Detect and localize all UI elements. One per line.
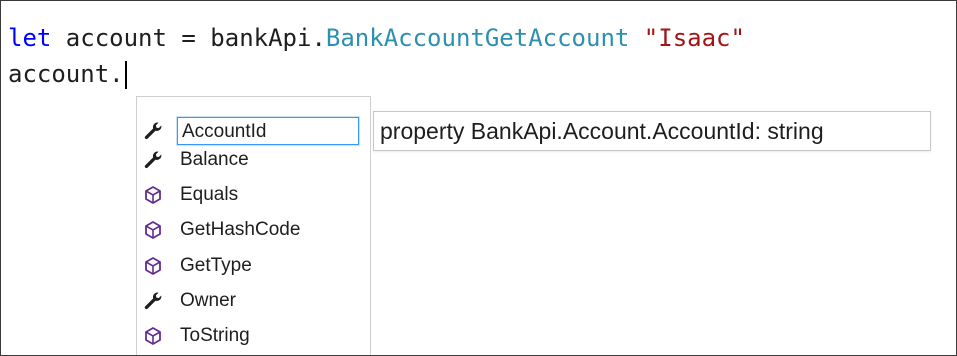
code-line-2[interactable]: account. [8,59,127,89]
text-caret [124,61,127,89]
completion-label: Equals [180,184,239,205]
completion-item-tostring[interactable]: ToString [137,318,370,354]
completion-item-owner[interactable]: Owner [137,283,370,319]
completion-item-gethashcode[interactable]: GetHashCode [137,212,370,248]
completion-label: Owner [180,290,236,311]
method-cube-icon [145,327,161,345]
string-literal: "Isaac" [643,24,745,52]
keyword-let: let [8,24,52,52]
method-cube-icon [145,257,161,275]
wrench-icon [144,122,162,140]
code-text: account = bankApi. [51,24,326,52]
wrench-icon [144,292,162,310]
method-cube-icon [145,186,161,204]
code-text: account. [8,60,124,88]
code-editor[interactable]: let account = bankApi.BankAccountGetAcco… [0,0,957,356]
wrench-icon [144,151,162,169]
completion-item-gettype[interactable]: GetType [137,248,370,284]
code-line-1[interactable]: let account = bankApi.BankAccountGetAcco… [8,23,745,53]
completion-label: ToString [180,325,250,346]
completion-label: GetHashCode [180,219,301,240]
completion-item-equals[interactable]: Equals [137,177,370,213]
completion-item-balance[interactable]: Balance [137,142,370,178]
completion-label: Balance [180,149,249,170]
completion-list[interactable]: AccountId Balance Equals GetHashCode Get… [136,96,371,355]
method-cube-icon [145,221,161,239]
quick-info-tooltip: property BankApi.Account.AccountId: stri… [373,111,931,151]
completion-label: AccountId [176,116,360,146]
completion-label: GetType [180,255,252,276]
type-name: BankAccountGetAccount [325,24,630,52]
